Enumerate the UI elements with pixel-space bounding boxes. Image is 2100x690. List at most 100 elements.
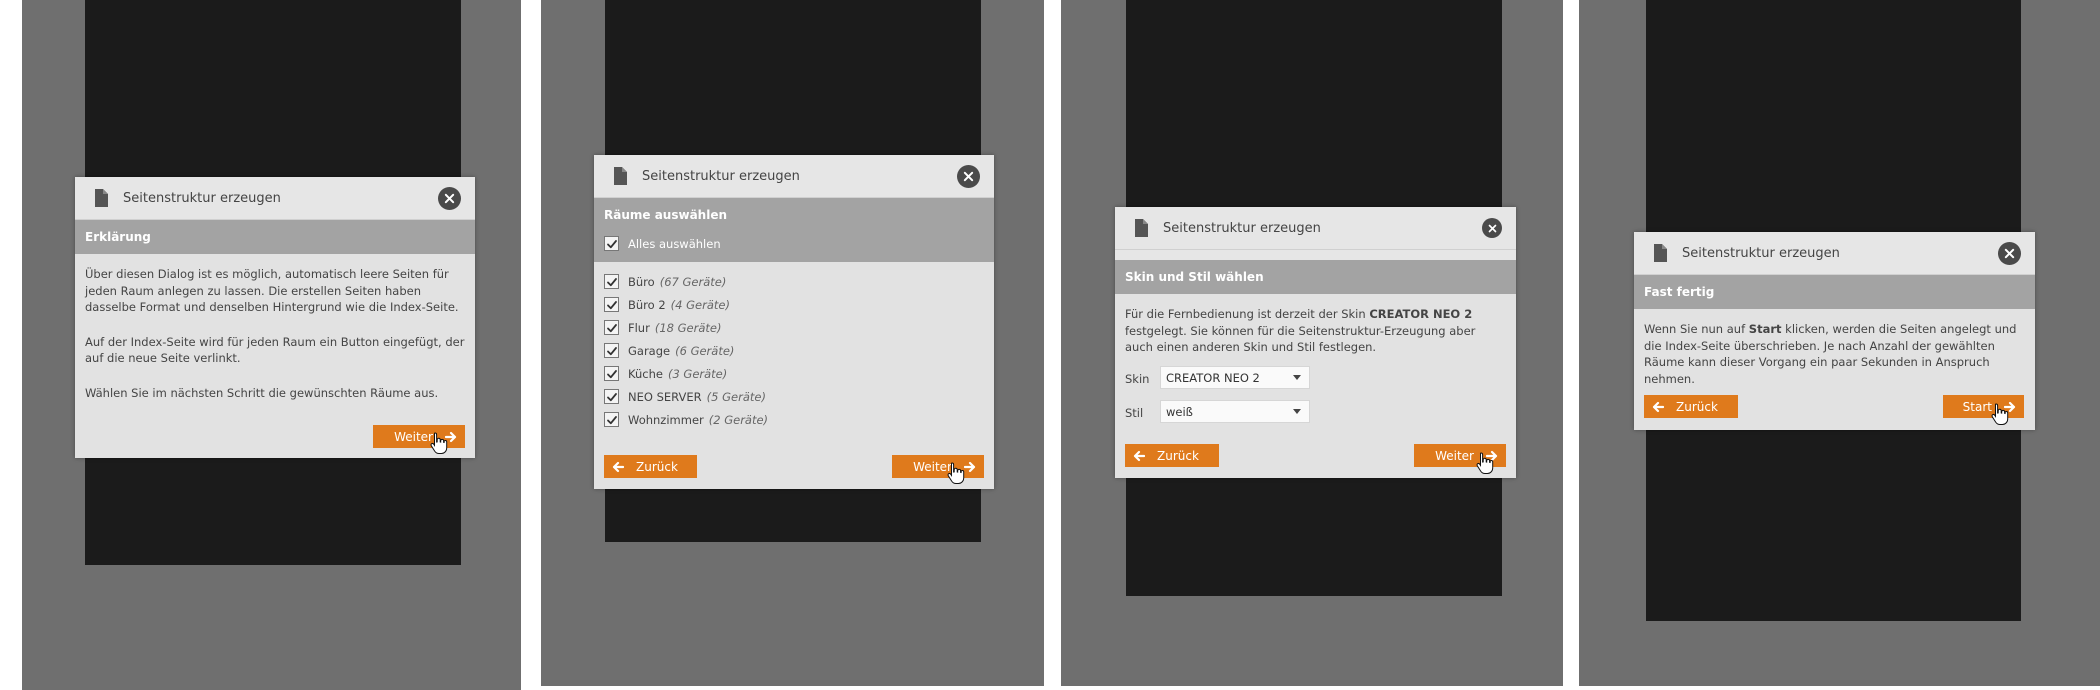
dialog-title: Seitenstruktur erzeugen [123,190,281,206]
next-button-label: Weiter [913,459,952,474]
dialog-step4: Seitenstruktur erzeugen Fast fertig Wenn… [1634,232,2035,430]
device-count: (3 Geräte) [667,366,728,381]
paragraph-3: Wählen Sie im nächsten Schritt die gewün… [85,385,439,400]
room-checkbox[interactable] [604,297,619,312]
room-checkbox[interactable] [604,320,619,335]
arrow-left-icon [612,461,624,473]
room-checkbox[interactable] [604,389,619,404]
checkmark-icon [606,299,618,311]
list-item[interactable]: NEO SERVER (5 Geräte) [604,385,984,408]
paragraph-1: Über diesen Dialog ist es möglich, autom… [85,267,459,314]
chevron-down-icon [1293,409,1301,414]
back-button[interactable]: Zurück [1125,444,1219,467]
device-count: (5 Geräte) [706,389,766,404]
next-button[interactable]: Weiter [892,455,984,478]
explanation-text: Über diesen Dialog ist es möglich, autom… [75,254,475,401]
arrow-right-icon [445,431,457,443]
dialog-header: Seitenstruktur erzeugen [1634,232,2035,275]
room-checkbox[interactable] [604,366,619,381]
style-select[interactable]: weiß [1160,400,1310,423]
text-before: Wenn Sie nun auf [1644,322,1749,336]
select-all-row[interactable]: Alles auswählen [604,232,984,255]
close-button[interactable] [1998,241,2021,265]
dialog-header: Seitenstruktur erzeugen [1115,207,1516,250]
next-button-label: Weiter [1435,448,1474,463]
arrow-left-icon [1652,401,1664,413]
close-button[interactable] [1482,218,1502,238]
device-count: (6 Geräte) [675,343,735,358]
back-button-label: Zurück [1676,399,1718,414]
select-all-label: Alles auswählen [628,236,721,251]
list-item[interactable]: Flur (18 Geräte) [604,316,984,339]
description-text: Für die Fernbedienung ist derzeit der Sk… [1115,294,1516,356]
arrow-right-icon [1486,450,1498,462]
back-button[interactable]: Zurück [1644,395,1738,418]
device-count: (4 Geräte) [670,297,730,312]
text-after: festgelegt. Sie können für die Seitenstr… [1125,323,1476,355]
room-checkbox[interactable] [604,274,619,289]
dialog-title: Seitenstruktur erzeugen [1682,245,1840,261]
list-item[interactable]: Küche (3 Geräte) [604,362,984,385]
dialog-header: Seitenstruktur erzeugen [75,177,475,220]
room-name: Garage [628,343,671,358]
section-header: Skin und Stil wählen [1115,260,1516,294]
room-name: Wohnzimmer [628,412,704,427]
list-item[interactable]: Garage (6 Geräte) [604,339,984,362]
room-name: Küche [628,366,663,381]
next-button[interactable]: Weiter [1414,444,1506,467]
start-keyword: Start [1748,322,1782,336]
document-icon [1131,218,1151,238]
select-area: Räume auswählen Alles auswählen [594,198,994,262]
chevron-down-icon [1293,375,1301,380]
section-header: Räume auswählen [604,208,728,222]
room-list: Büro (67 Geräte) Büro 2 (4 Geräte) Flur (18… [594,262,994,431]
room-name: NEO SERVER [628,389,702,404]
current-skin: CREATOR NEO 2 [1369,307,1473,321]
skin-select[interactable]: CREATOR NEO 2 [1160,366,1310,389]
close-button[interactable] [438,186,461,210]
style-value: weiß [1166,404,1193,419]
close-icon [444,193,455,204]
back-button[interactable]: Zurück [604,455,697,478]
close-button[interactable] [957,164,980,188]
back-button-label: Zurück [1157,448,1199,463]
document-icon [610,166,630,186]
checkmark-icon [606,368,618,380]
document-icon [1650,243,1670,263]
arrow-left-icon [1133,450,1145,462]
room-name: Flur [628,320,650,335]
list-item[interactable]: Büro 2 (4 Geräte) [604,293,984,316]
close-icon [963,171,974,182]
select-all-checkbox[interactable] [604,236,619,251]
document-icon [91,188,111,208]
room-checkbox[interactable] [604,412,619,427]
dialog-title: Seitenstruktur erzeugen [1163,220,1321,236]
dialog-step3: Seitenstruktur erzeugen Skin und Stil wä… [1115,207,1516,478]
room-checkbox[interactable] [604,343,619,358]
dialog-step2: Seitenstruktur erzeugen Räume auswählen … [594,155,994,489]
next-button-label: Weiter [394,429,433,444]
section-header: Fast fertig [1634,275,2035,309]
description-text: Wenn Sie nun auf Start klicken, werden d… [1634,309,2035,387]
text-before: Für die Fernbedienung ist derzeit der Sk… [1125,307,1370,321]
style-label: Stil [1125,406,1144,420]
header-spacer [1115,250,1516,260]
checkmark-icon [606,345,618,357]
device-count: (18 Geräte) [654,320,722,335]
dialog-header: Seitenstruktur erzeugen [594,155,994,198]
skin-value: CREATOR NEO 2 [1166,370,1260,385]
room-name: Büro [628,274,655,289]
checkmark-icon [606,276,618,288]
list-item[interactable]: Wohnzimmer (2 Geräte) [604,408,984,431]
start-button-label: Start [1962,399,1992,414]
device-count: (67 Geräte) [659,274,727,289]
arrow-right-icon [2004,401,2016,413]
list-item[interactable]: Büro (67 Geräte) [604,270,984,293]
section-header: Erklärung [75,220,475,254]
close-icon [1488,224,1497,233]
checkmark-icon [606,391,618,403]
next-button[interactable]: Weiter [373,425,465,448]
start-button[interactable]: Start [1943,395,2024,418]
paragraph-2: Auf der Index-Seite wird für jeden Raum … [85,334,465,366]
checkmark-icon [606,414,618,426]
